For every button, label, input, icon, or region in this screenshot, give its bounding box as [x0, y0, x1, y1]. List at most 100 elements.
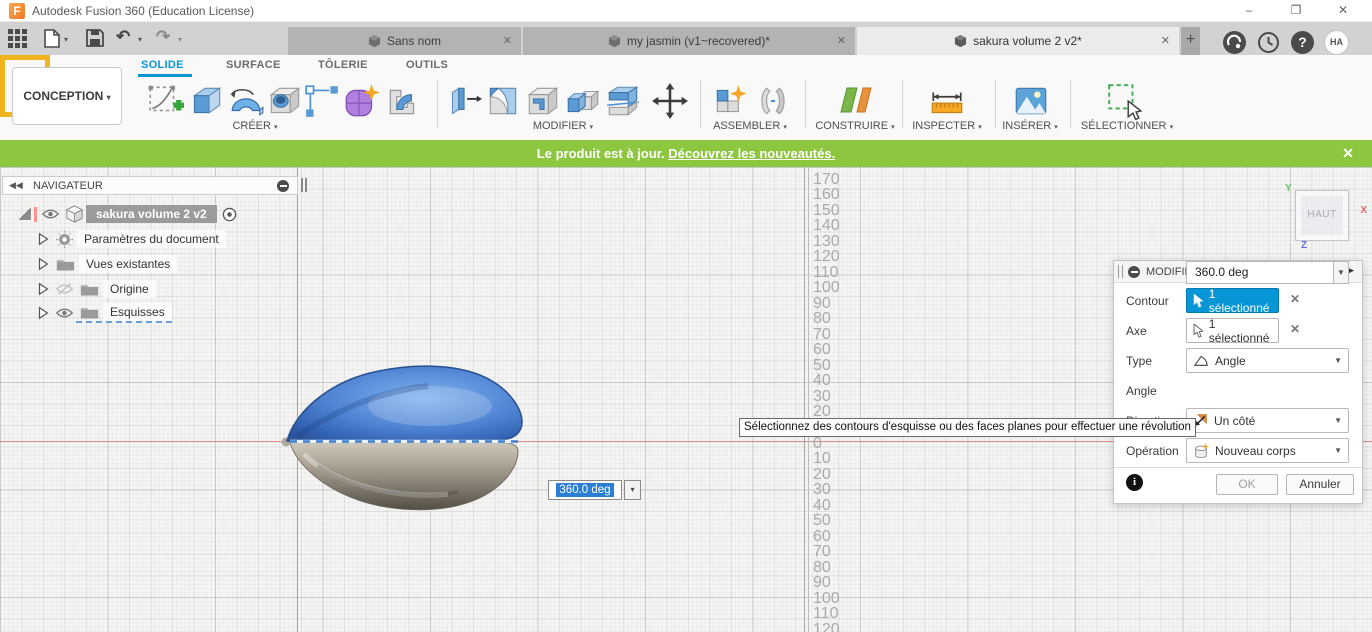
direction-dropdown[interactable]: Un côté — [1186, 408, 1349, 433]
undo-dropdown-caret-icon[interactable] — [138, 35, 142, 44]
angle-value-input[interactable]: 360.0 deg — [1186, 261, 1334, 284]
measure-icon[interactable] — [928, 82, 966, 120]
root-component-name[interactable]: sakura volume 2 v2 — [86, 205, 217, 223]
extrude-icon[interactable] — [187, 82, 225, 120]
cancel-button[interactable]: Annuler — [1286, 474, 1354, 495]
dialog-collapse-icon[interactable] — [1128, 266, 1140, 278]
ribbon-tab-outils[interactable]: OUTILS — [406, 59, 448, 71]
collapse-panel-icon[interactable] — [9, 180, 23, 191]
minimize-panel-icon[interactable] — [277, 180, 289, 192]
file-new-icon[interactable] — [44, 29, 60, 53]
cursor-icon — [1193, 323, 1204, 338]
create-sketch-icon[interactable] — [146, 82, 184, 120]
tree-item-label[interactable]: Vues existantes — [79, 255, 178, 273]
tree-item-label[interactable]: Esquisses — [103, 303, 172, 321]
workspace-selector[interactable]: CONCEPTION — [12, 67, 122, 125]
ribbon-tab-solide[interactable]: SOLIDE — [141, 59, 184, 71]
rectangular-pattern-icon[interactable] — [303, 82, 341, 120]
app-grid-icon[interactable] — [8, 29, 27, 53]
revolve-icon[interactable] — [227, 82, 265, 120]
select-icon[interactable] — [1105, 82, 1143, 121]
user-avatar[interactable]: HA — [1324, 30, 1349, 55]
tab-close-icon[interactable] — [503, 34, 512, 47]
navigator-item-parametres[interactable]: Paramètres du document — [36, 228, 226, 250]
extensions-icon[interactable] — [1223, 31, 1246, 54]
group-label-selectionner[interactable]: SÉLECTIONNER — [1057, 120, 1197, 134]
angle-expression-arrow-icon[interactable] — [1334, 261, 1349, 284]
viewcube[interactable]: HAUT Y X Z — [1283, 183, 1367, 251]
info-icon[interactable]: i — [1126, 474, 1143, 491]
file-dropdown-caret-icon[interactable] — [64, 35, 68, 44]
ribbon-tab-surface[interactable]: SURFACE — [226, 59, 281, 71]
panel-resize-handle[interactable] — [301, 178, 307, 192]
fillet-icon[interactable] — [484, 82, 522, 120]
sweep-icon[interactable] — [384, 82, 422, 120]
operation-dropdown[interactable]: Nouveau corps — [1186, 438, 1349, 463]
minimize-button[interactable] — [1238, 0, 1260, 20]
tab-my-jasmin[interactable]: my jasmin (v1~recovered)* — [523, 27, 855, 55]
group-label-creer[interactable]: CRÉER — [220, 120, 290, 134]
create-form-icon[interactable] — [342, 82, 380, 120]
navigator-item-esquisses[interactable]: Esquisses — [36, 302, 172, 324]
activate-component-radio-icon[interactable] — [222, 207, 237, 222]
notification-close-icon[interactable] — [1342, 140, 1354, 167]
split-body-icon[interactable] — [604, 82, 642, 120]
visibility-eye-icon[interactable] — [42, 208, 59, 220]
whats-new-link[interactable]: Découvrez les nouveautés. — [668, 146, 835, 161]
combine-icon[interactable] — [564, 82, 602, 120]
angle-dropdown-button[interactable] — [624, 480, 641, 500]
press-pull-icon[interactable] — [444, 82, 482, 120]
insert-image-icon[interactable] — [1012, 82, 1050, 120]
group-label-modifier[interactable]: MODIFIER — [513, 120, 613, 134]
expanded-caret-icon[interactable] — [18, 207, 32, 221]
navigator-header[interactable]: NAVIGATEUR — [2, 176, 298, 195]
redo-dropdown-caret-icon[interactable] — [178, 35, 182, 44]
tab-close-icon[interactable] — [1161, 34, 1170, 47]
visibility-eye-icon[interactable] — [56, 307, 73, 319]
navigator-item-origine[interactable]: Origine — [36, 278, 156, 300]
ok-button[interactable]: OK — [1216, 474, 1278, 495]
group-label-inspecter[interactable]: INSPECTER — [897, 120, 997, 134]
collapsed-caret-icon[interactable] — [36, 282, 50, 296]
axe-selection-button[interactable]: 1 sélectionné — [1186, 317, 1279, 345]
document-settings-gear-icon — [56, 230, 73, 248]
save-icon[interactable] — [86, 29, 104, 52]
notification-message: Le produit est à jour. Découvrez les nou… — [536, 146, 836, 161]
angle-input-field[interactable]: 360.0 deg — [548, 480, 622, 500]
maximize-button[interactable] — [1285, 0, 1307, 20]
revolved-body-model[interactable] — [278, 362, 530, 520]
construct-plane-icon[interactable] — [831, 82, 879, 120]
tree-item-label[interactable]: Paramètres du document — [77, 230, 226, 248]
tab-sans-nom[interactable]: Sans nom — [288, 27, 521, 55]
move-icon[interactable] — [651, 82, 689, 120]
collapsed-caret-icon[interactable] — [36, 232, 50, 246]
redo-icon[interactable]: ↷ — [156, 27, 170, 47]
collapsed-caret-icon[interactable] — [36, 257, 50, 271]
joint-icon[interactable] — [754, 82, 792, 120]
ribbon-tab-tolerie[interactable]: TÔLERIE — [318, 59, 368, 71]
group-label-assembler[interactable]: ASSEMBLER — [695, 120, 805, 134]
contour-selection-button[interactable]: 1 sélectionné — [1186, 287, 1279, 315]
help-icon[interactable]: ? — [1291, 31, 1314, 54]
tree-item-label[interactable]: Origine — [103, 280, 156, 298]
job-status-clock-icon[interactable] — [1257, 31, 1280, 54]
visibility-off-eye-icon[interactable] — [56, 283, 73, 295]
axe-clear-icon[interactable] — [1290, 322, 1306, 338]
active-tab-underline — [138, 74, 192, 77]
new-component-icon[interactable] — [712, 82, 750, 120]
tab-sakura-volume[interactable]: sakura volume 2 v2* — [857, 27, 1179, 55]
new-tab-button[interactable]: + — [1181, 27, 1200, 55]
type-dropdown[interactable]: Angle — [1186, 348, 1349, 373]
close-button[interactable] — [1332, 0, 1354, 20]
navigator-root-row[interactable]: sakura volume 2 v2 — [18, 203, 237, 225]
undo-icon[interactable]: ↶ — [116, 27, 130, 47]
shell-icon[interactable] — [524, 82, 562, 120]
collapsed-caret-icon[interactable] — [36, 306, 50, 320]
contour-clear-icon[interactable] — [1290, 292, 1306, 308]
dialog-drag-handle-icon[interactable] — [1118, 265, 1123, 278]
body-bottom-half[interactable] — [289, 442, 519, 511]
viewcube-face[interactable]: HAUT — [1295, 190, 1349, 241]
hole-icon[interactable] — [266, 82, 304, 120]
tab-close-icon[interactable] — [837, 34, 846, 47]
navigator-item-vues[interactable]: Vues existantes — [36, 253, 178, 275]
